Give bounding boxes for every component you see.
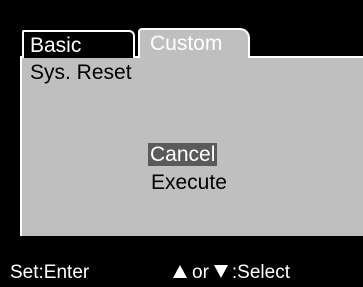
select-hint-group: or :Select [173, 258, 290, 287]
tab-basic-label: Basic [30, 34, 82, 57]
option-cancel[interactable]: Cancel [148, 143, 218, 166]
footer-hints: Set:Enter or :Select [0, 258, 363, 287]
menu-panel: Sys. Reset Cancel Execute [20, 56, 363, 236]
tab-custom[interactable]: Custom [138, 28, 250, 58]
down-arrow-icon [213, 264, 228, 278]
up-arrow-icon [173, 264, 187, 278]
enter-hint: Set:Enter [10, 262, 90, 283]
tab-custom-label: Custom [150, 32, 223, 55]
camera-menu-screen: Custom Basic Sys. Reset Cancel Execute S… [0, 0, 363, 287]
menu-title: Sys. Reset [30, 61, 132, 84]
option-execute[interactable]: Execute [151, 171, 227, 194]
select-hint: :Select [231, 262, 290, 283]
or-text: or [192, 262, 209, 283]
tab-basic[interactable]: Basic [22, 30, 135, 58]
